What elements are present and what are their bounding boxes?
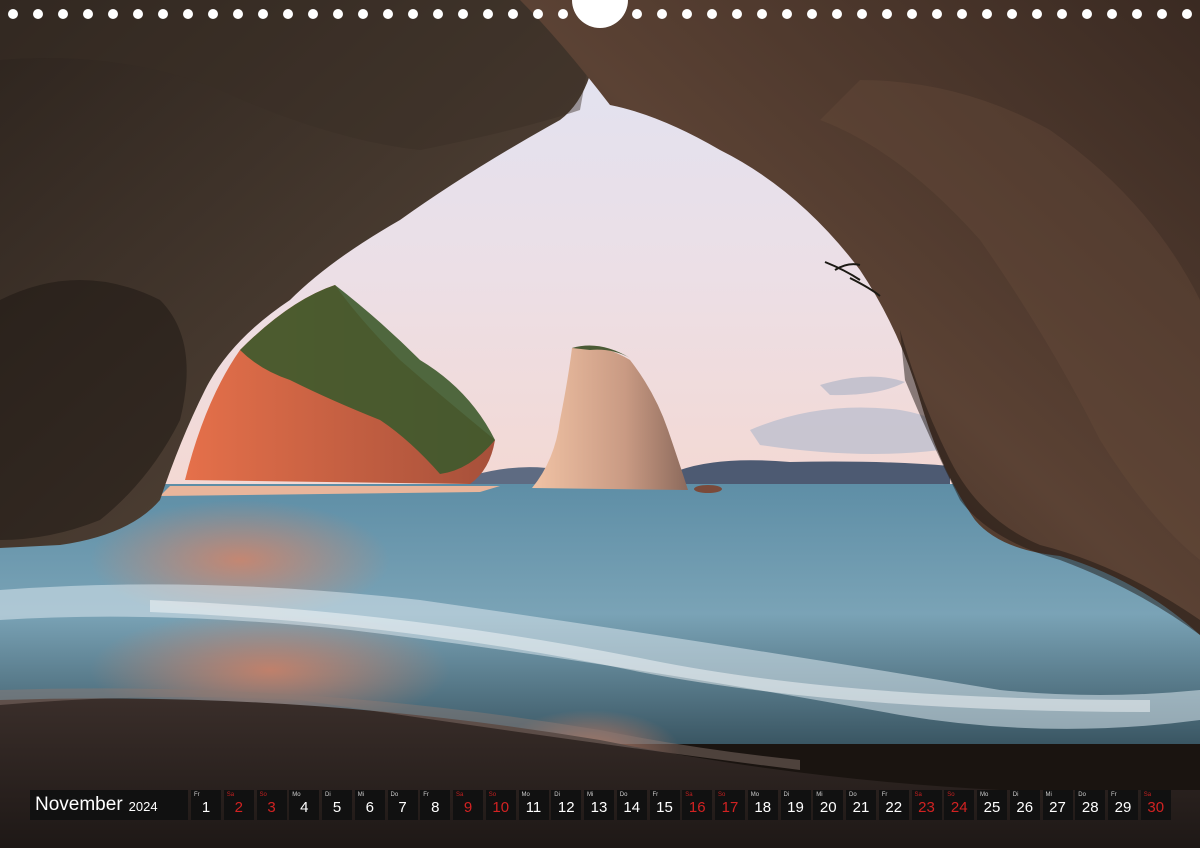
day-cell: Mi 13 [584, 790, 614, 820]
day-number: 21 [852, 799, 870, 816]
weekday-label: Di [554, 792, 560, 798]
cave-arch-photo [0, 0, 1200, 848]
day-number: 13 [590, 799, 608, 816]
weekday-label: Do [619, 792, 628, 798]
weekday-label: So [718, 792, 726, 798]
weekday-label: Fr [652, 792, 659, 798]
day-cell: Sa 16 [682, 790, 713, 820]
day-cell: Mi 27 [1042, 790, 1073, 820]
day-number: 19 [787, 799, 804, 816]
day-number: 22 [885, 799, 903, 816]
day-number: 26 [1016, 799, 1034, 816]
binding-holes [0, 0, 1200, 30]
weekday-label: So [259, 792, 267, 798]
day-number: 29 [1114, 799, 1132, 816]
day-number: 27 [1049, 799, 1066, 816]
weekday-label: Mi [1045, 792, 1052, 798]
day-number: 8 [431, 799, 440, 816]
hanger-hole [572, 0, 628, 28]
day-number: 30 [1147, 799, 1165, 816]
weekday-label: Sa [685, 792, 693, 798]
day-cell: Sa 23 [911, 790, 942, 820]
day-cell: Sa 30 [1140, 790, 1171, 820]
weekday-label: Sa [914, 792, 922, 798]
day-cell: Di 5 [322, 790, 352, 820]
weekday-label: Do [849, 792, 857, 798]
day-cell: Mo 4 [289, 790, 320, 820]
weekday-label: Mi [357, 792, 365, 798]
day-number: 25 [983, 799, 1001, 816]
weekday-label: Do [1078, 792, 1086, 798]
day-number: 20 [819, 799, 837, 816]
day-number: 16 [688, 799, 706, 816]
day-cell: So 24 [944, 790, 975, 820]
weekday-label: So [947, 792, 955, 798]
weekday-label: Mi [816, 792, 823, 798]
month-name: November [35, 794, 123, 815]
calendar-strip: November 2024 Fr 1 Sa 2 So 3 Mo 4 Di 5 Mi 6 Do 7 Fr 8 Sa… [30, 790, 1174, 820]
day-number: 5 [332, 799, 342, 816]
weekday-label: Mo [292, 792, 301, 798]
weekday-label: So [488, 792, 497, 798]
day-number: 14 [623, 799, 641, 816]
weekday-label: Di [325, 792, 331, 798]
weekday-label: Fr [1111, 792, 1117, 798]
day-cell: Mo 11 [518, 790, 549, 820]
weekday-label: Fr [194, 792, 200, 798]
day-cell: Do 28 [1075, 790, 1106, 820]
day-number: 3 [267, 799, 276, 816]
day-cell: Fr 15 [649, 790, 680, 820]
weekday-label: Sa [226, 792, 235, 798]
day-cell: Mo 18 [747, 790, 778, 820]
weekday-label: Fr [881, 792, 888, 798]
day-cell: Mi 6 [354, 790, 385, 820]
day-cell: Do 7 [387, 790, 418, 820]
day-number: 10 [492, 799, 510, 816]
day-cell: Do 21 [846, 790, 876, 820]
day-cell: Fr 1 [191, 790, 221, 820]
weekday-label: Sa [1143, 792, 1152, 798]
day-number: 17 [721, 799, 739, 816]
day-cell: Di 12 [551, 790, 582, 820]
day-number: 15 [656, 799, 673, 816]
day-number: 1 [201, 799, 211, 816]
weekday-label: Do [390, 792, 399, 798]
day-number: 18 [754, 799, 772, 816]
day-number: 6 [365, 799, 374, 816]
weekday-label: Mo [521, 792, 530, 798]
day-cell: Di 26 [1009, 790, 1040, 820]
day-cell: Fr 8 [420, 790, 451, 820]
day-cell: Fr 29 [1108, 790, 1138, 820]
day-cell: So 3 [256, 790, 287, 820]
day-number: 2 [234, 799, 243, 816]
calendar-page: November 2024 Fr 1 Sa 2 So 3 Mo 4 Di 5 Mi 6 Do 7 Fr 8 Sa… [0, 0, 1200, 848]
day-cell: So 10 [485, 790, 516, 820]
weekday-label: Di [783, 792, 790, 798]
weekday-label: Mo [750, 792, 760, 798]
day-cell: Mo 25 [977, 790, 1007, 820]
day-number: 23 [918, 799, 935, 816]
day-cell: Sa 9 [453, 790, 483, 820]
month-year: 2024 [128, 799, 158, 814]
weekday-label: Mo [980, 792, 989, 798]
day-cell: Di 19 [780, 790, 811, 820]
day-cell: Sa 2 [223, 790, 254, 820]
day-number: 11 [525, 799, 542, 816]
day-cell: Mi 20 [813, 790, 844, 820]
day-number: 12 [557, 799, 575, 816]
day-number: 28 [1081, 799, 1099, 816]
day-cell: Fr 22 [878, 790, 909, 820]
day-number: 24 [950, 799, 968, 816]
day-number: 7 [398, 799, 407, 816]
day-cell: Do 14 [616, 790, 647, 820]
day-number: 4 [300, 799, 309, 816]
month-label: November 2024 [30, 790, 188, 820]
weekday-label: Sa [456, 792, 464, 798]
weekday-label: Mi [587, 792, 594, 798]
weekday-label: Fr [423, 792, 429, 798]
day-number: 9 [463, 799, 473, 816]
day-cell: So 17 [715, 790, 745, 820]
weekday-label: Di [1012, 792, 1019, 798]
